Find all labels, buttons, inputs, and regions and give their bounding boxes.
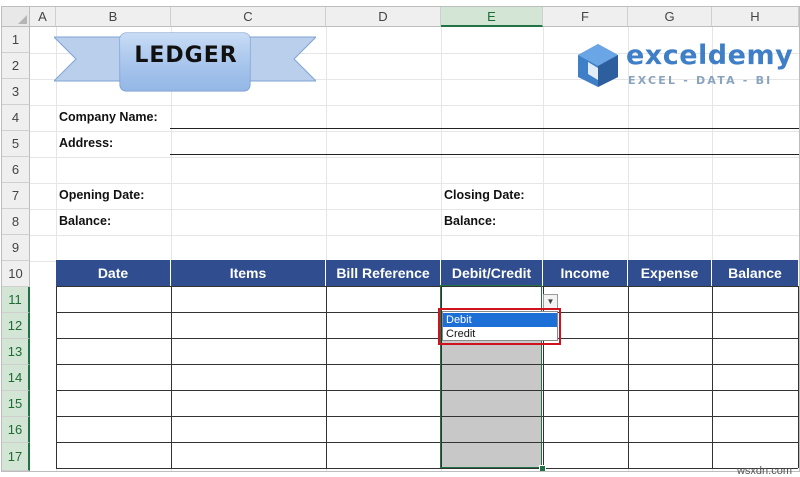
- select-all-corner[interactable]: [2, 7, 30, 27]
- row-header-14[interactable]: 14: [2, 365, 30, 391]
- table-row: [56, 390, 798, 391]
- column-header-f[interactable]: F: [543, 7, 628, 27]
- banner-title: LEDGER: [134, 43, 238, 68]
- row-header-11[interactable]: 11: [2, 287, 30, 313]
- row-header-1[interactable]: 1: [2, 27, 30, 53]
- table-row: [56, 364, 798, 365]
- column-header-d[interactable]: D: [326, 7, 441, 27]
- table-row: [56, 416, 798, 417]
- column-header-h[interactable]: H: [712, 7, 799, 27]
- table-header-income: Income: [543, 260, 628, 286]
- table-header-expense: Expense: [628, 260, 712, 286]
- table-header-debit-credit: Debit/Credit: [441, 260, 543, 286]
- watermark: wsxdn.com: [736, 465, 792, 477]
- balance-label-left: Balance:: [59, 214, 112, 228]
- balance-label-right: Balance:: [444, 214, 497, 228]
- logo-name: exceldemy: [626, 40, 794, 71]
- opening-date-label: Opening Date:: [59, 188, 145, 202]
- row-header-6[interactable]: 6: [2, 157, 30, 183]
- dropdown-highlight-box: [438, 308, 561, 345]
- exceldemy-logo: exceldemy EXCEL - DATA - BI: [576, 40, 798, 90]
- table-row: [56, 468, 798, 469]
- row-header-16[interactable]: 16: [2, 417, 30, 443]
- address-label: Address:: [59, 136, 114, 150]
- logo-tagline: EXCEL - DATA - BI: [628, 74, 773, 87]
- column-header-c[interactable]: C: [171, 7, 326, 27]
- table-border: [712, 286, 713, 468]
- address-underline: [170, 154, 799, 155]
- table-border: [628, 286, 629, 468]
- table-header-items: Items: [171, 260, 326, 286]
- table-header-balance: Balance: [712, 260, 798, 286]
- table-border: [326, 286, 327, 468]
- exceldemy-cube-icon: [578, 44, 618, 87]
- table-border: [56, 286, 57, 468]
- row-header-7[interactable]: 7: [2, 183, 30, 209]
- gridline: [30, 235, 799, 236]
- column-header-a[interactable]: A: [30, 7, 56, 27]
- gridline: [30, 183, 799, 184]
- closing-date-label: Closing Date:: [444, 188, 525, 202]
- company-name-underline: [170, 128, 799, 129]
- dropdown-arrow-button[interactable]: ▼: [543, 294, 558, 309]
- fill-handle[interactable]: [539, 465, 546, 471]
- row-header-9[interactable]: 9: [2, 235, 30, 261]
- row-header-4[interactable]: 4: [2, 105, 30, 131]
- gridline: [30, 131, 799, 132]
- column-header-e[interactable]: E: [441, 7, 543, 27]
- company-name-label: Company Name:: [59, 110, 158, 124]
- column-header-g[interactable]: G: [628, 7, 712, 27]
- row-header-17[interactable]: 17: [2, 443, 30, 471]
- row-header-8[interactable]: 8: [2, 209, 30, 235]
- row-header-10[interactable]: 10: [2, 261, 30, 287]
- table-row: [56, 338, 798, 339]
- gridline: [30, 105, 799, 106]
- row-header-15[interactable]: 15: [2, 391, 30, 417]
- column-header-b[interactable]: B: [56, 7, 171, 27]
- table-row: [56, 286, 798, 287]
- spreadsheet-grid[interactable]: A B C D E F G H 1 2 3 4 5 6 7 8 9 10 11 …: [1, 6, 800, 472]
- table-row: [56, 442, 798, 443]
- row-header-3[interactable]: 3: [2, 79, 30, 105]
- table-header-bill-reference: Bill Reference: [326, 260, 441, 286]
- gridline: [30, 209, 799, 210]
- row-header-12[interactable]: 12: [2, 313, 30, 339]
- row-header-2[interactable]: 2: [2, 53, 30, 79]
- table-border: [171, 286, 172, 468]
- table-row: [56, 312, 798, 313]
- gridline: [30, 157, 799, 158]
- row-header-5[interactable]: 5: [2, 131, 30, 157]
- table-header-date: Date: [56, 260, 171, 286]
- chevron-down-icon: ▼: [546, 297, 555, 306]
- row-header-13[interactable]: 13: [2, 339, 30, 365]
- table-border: [798, 286, 799, 468]
